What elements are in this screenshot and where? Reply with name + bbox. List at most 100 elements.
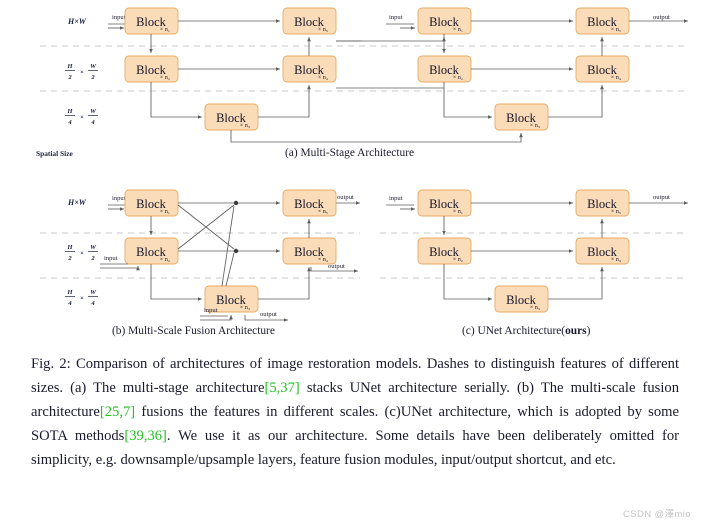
label-input-b3: input [204,307,218,314]
svg-text:2: 2 [90,255,95,262]
svg-text:H: H [66,63,73,70]
fusion-node-row1 [233,200,239,206]
axis-label-half-b: H 2 × W 2 [65,244,98,262]
label-input-c: input [389,195,403,202]
svg-text:4: 4 [67,300,72,307]
block-c3: Block × n₃ [494,285,549,313]
label-output-c: output [653,194,670,201]
block-a7: Block × n₂ [417,55,472,83]
subcaption-a: (a) Multi-Stage Architecture [285,147,415,159]
svg-text:× n₂: × n₂ [160,74,170,81]
svg-text:W: W [90,108,97,115]
svg-text:× n₂: × n₂ [160,256,170,263]
svg-text:× n₃: × n₃ [530,304,540,311]
edge-input-b2 [100,266,140,271]
block-a5: Block × n₅ [282,7,337,35]
svg-text:× n₄: × n₄ [318,256,328,263]
svg-text:2: 2 [67,74,72,81]
edge-a3-to-a8 [230,130,523,143]
architecture-diagrams: H×W H 2 × W 2 H 4 × W 4 Spatial Size inp… [36,7,688,322]
citation-3: [39,36] [124,428,167,445]
svg-text:× n₁: × n₁ [453,208,463,215]
axis-label-quarter-b: H 4 × W 4 [65,289,98,307]
edge-a8-a9 [548,85,604,118]
label-output-b1: output [337,194,354,201]
svg-text:× n₁: × n₁ [160,208,170,215]
block-b5: Block × n₅ [282,189,337,217]
edge-a5-to-a6 [336,37,446,42]
svg-text:H: H [66,108,73,115]
block-a1: Block × n₁ [124,7,179,35]
svg-text:×: × [80,295,84,302]
svg-text:× n₃: × n₃ [240,122,250,129]
svg-text:2: 2 [67,255,72,262]
svg-text:× n₄: × n₄ [611,74,621,81]
block-c2: Block × n₂ [417,237,472,265]
edge-c3-c4 [548,267,604,300]
label-output-b2: output [328,263,345,270]
subcaption-b: (b) Multi-Scale Fusion Architecture [112,325,275,337]
diagram-c-unet: input Block × n₁ Block × n₂ Block × n₃ B… [380,189,688,313]
fusion-node-row2 [233,248,239,254]
block-b1: Block × n₁ [124,189,179,217]
svg-text:× n₂: × n₂ [453,74,463,81]
svg-text:× n₃: × n₃ [240,304,250,311]
svg-text:× n₅: × n₅ [318,208,328,215]
edge-a3-a4 [258,85,311,118]
label-input-b1: input [112,195,126,202]
block-c4: Block × n₄ [575,237,630,265]
svg-text:× n₄: × n₄ [611,256,621,263]
spatial-size-label: Spatial Size [36,149,73,158]
block-a6: Block × n₁ [417,7,472,35]
svg-text:4: 4 [90,119,95,126]
svg-text:× n₄: × n₄ [318,74,328,81]
edge-b3-to-node1 [221,205,235,287]
svg-text:H: H [66,244,73,251]
svg-text:H: H [66,289,73,296]
diagram-a-multi-stage: H×W H 2 × W 2 H 4 × W 4 Spatial Size inp… [36,7,688,158]
svg-text:×: × [80,114,84,121]
block-a2: Block × n₂ [124,55,179,83]
diagram-b-multi-scale-fusion: H×W H 2 × W 2 H 4 × W 4 input Block × n₁… [40,189,360,322]
edge-a7-a8 [443,82,492,119]
edge-a2-a3 [150,82,202,119]
axis-label-quarter: H 4 × W 4 [65,108,98,126]
svg-text:W: W [90,63,97,70]
label-input-a1: input [112,14,126,21]
block-a4: Block × n₄ [282,55,337,83]
label-input-a2: input [389,14,403,21]
figure-container: H×W H 2 × W 2 H 4 × W 4 Spatial Size inp… [0,0,705,528]
svg-text:W: W [90,244,97,251]
figure-caption: Fig. 2: Comparison of architectures of i… [31,352,679,472]
block-a3: Block × n₃ [204,103,259,131]
svg-text:× n₅: × n₅ [318,26,328,33]
svg-text:× n₂: × n₂ [453,256,463,263]
axis-label-full: H×W [67,17,87,26]
svg-text:W: W [90,289,97,296]
subcaption-c-suffix: ) [586,325,591,337]
block-b2: Block × n₂ [124,237,179,265]
svg-text:2: 2 [90,74,95,81]
block-a10: Block × n₅ [575,7,630,35]
citation-2: [25,7] [99,404,136,421]
edge-b2-b3 [150,264,202,301]
block-b4: Block × n₄ [282,237,337,265]
block-a8: Block × n₃ [494,103,549,131]
svg-text:× n₃: × n₃ [530,122,540,129]
label-output-b3: output [260,311,277,318]
svg-text:×: × [80,250,84,257]
block-c5: Block × n₅ [575,189,630,217]
svg-text:4: 4 [90,300,95,307]
svg-text:× n₅: × n₅ [611,208,621,215]
svg-text:×: × [80,69,84,76]
svg-text:× n₅: × n₅ [611,26,621,33]
axis-label-full-b: H×W [67,198,87,207]
axis-label-half: H 2 × W 2 [65,63,98,81]
block-c1: Block × n₁ [417,189,472,217]
svg-text:× n₁: × n₁ [160,26,170,33]
edge-c2-c3 [443,264,492,301]
citation-1: [5,37] [264,380,300,397]
subcaption-c: (c) UNet Architecture(ours) [462,325,590,337]
label-output-a: output [653,14,670,21]
edge-b3-b4 [258,267,311,300]
